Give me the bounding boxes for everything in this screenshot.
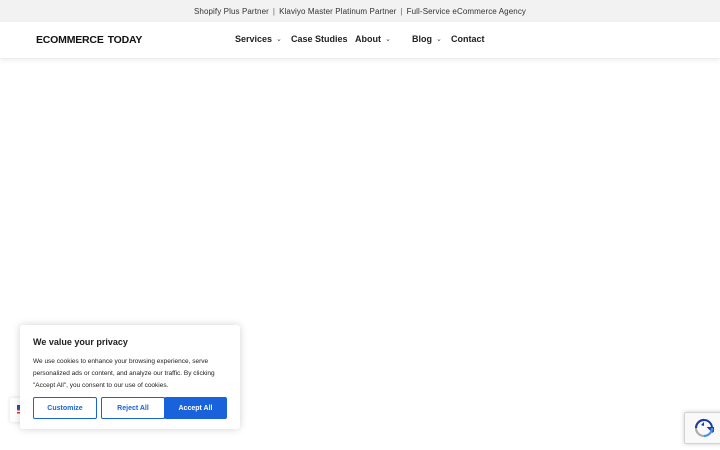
nav-label-services: Services (235, 34, 273, 44)
nav-label-blog: Blog (412, 34, 432, 44)
announcement-item-klaviyo: Klaviyo Master Platinum Partner (279, 6, 397, 16)
accept-all-button[interactable]: Accept All (164, 397, 227, 419)
chevron-down-icon: ⌄ (436, 36, 442, 43)
announcement-bar: Shopify Plus Partner | Klaviyo Master Pl… (0, 0, 720, 22)
announcement-separator: | (272, 6, 276, 16)
nav-item-contact[interactable]: Contact (451, 34, 485, 44)
recaptcha-badge[interactable] (684, 412, 720, 444)
nav-item-case-studies[interactable]: Case Studies (291, 34, 348, 44)
chevron-down-icon: ⌄ (385, 36, 391, 43)
customize-button[interactable]: Customize (33, 397, 97, 419)
cookie-consent-banner: We value your privacy We use cookies to … (20, 325, 240, 429)
cookie-button-group: Customize Reject All Accept All (33, 397, 227, 419)
reject-all-button[interactable]: Reject All (101, 397, 165, 419)
announcement-item-agency: Full-Service eCommerce Agency (406, 6, 527, 16)
nav-label-about: About (355, 34, 381, 44)
site-header: ECOMMERCE TODAY Services ⌄ Case Studies A… (0, 22, 720, 59)
cookie-title: We value your privacy (33, 337, 128, 347)
main-nav: Services ⌄ Case Studies About ⌄ Blog ⌄ C… (0, 34, 720, 48)
announcement-item-shopify: Shopify Plus Partner (193, 6, 269, 16)
chevron-down-icon: ⌄ (276, 36, 282, 43)
nav-item-blog[interactable]: Blog ⌄ (412, 34, 442, 44)
announcement-separator: | (400, 6, 403, 16)
nav-item-about[interactable]: About ⌄ (355, 34, 391, 44)
nav-label-case-studies: Case Studies (291, 34, 348, 44)
nav-label-contact: Contact (451, 34, 485, 44)
recaptcha-icon (694, 418, 714, 438)
nav-item-services[interactable]: Services ⌄ (235, 34, 282, 44)
cookie-description: We use cookies to enhance your browsing … (33, 358, 215, 389)
